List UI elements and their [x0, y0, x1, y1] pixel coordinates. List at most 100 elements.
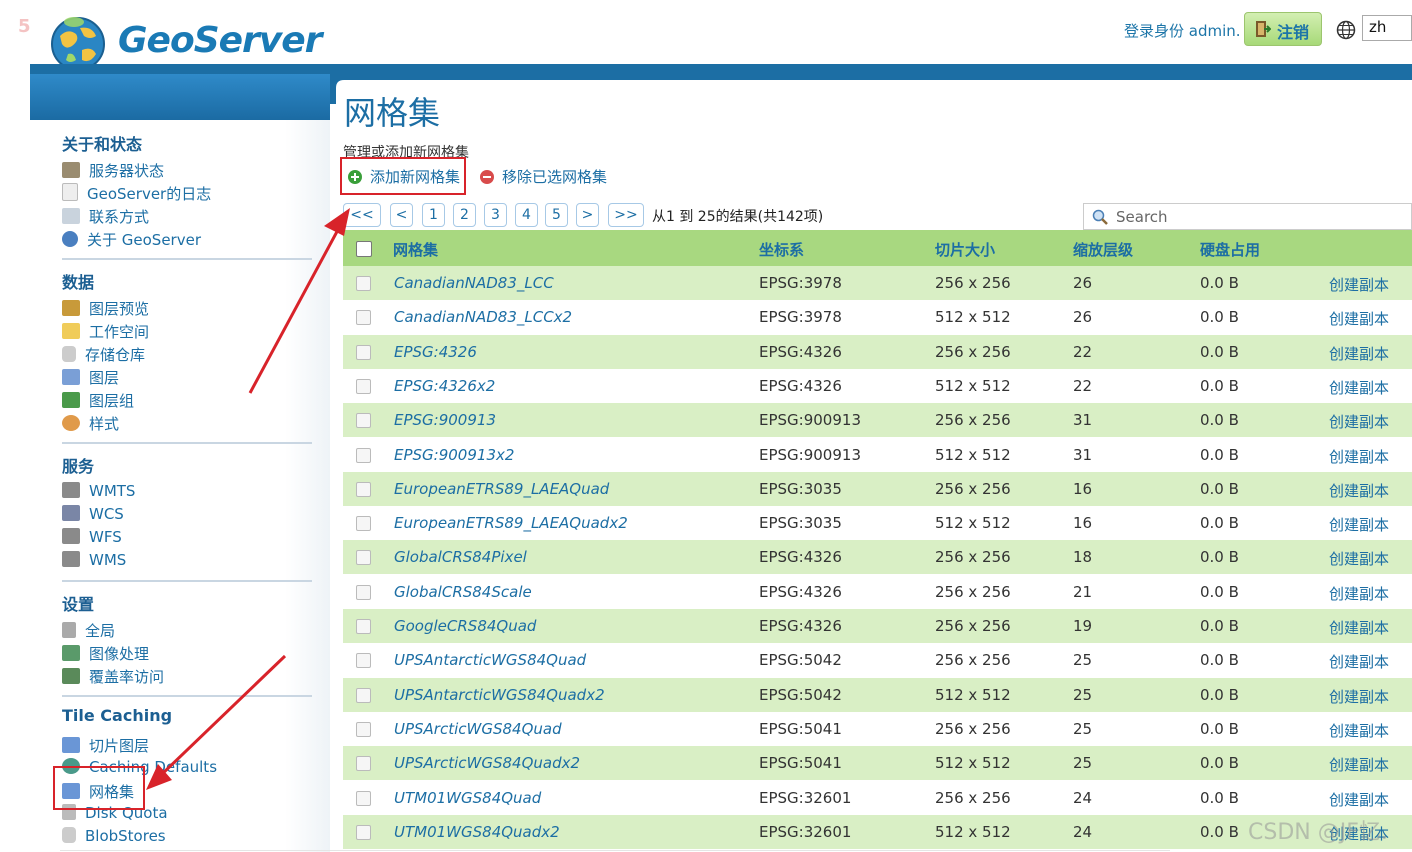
sidebar-item-contact[interactable]: 联系方式: [62, 206, 149, 226]
sidebar-item-global[interactable]: 全局: [62, 620, 115, 640]
sidebar-item-tile-layers[interactable]: 切片图层: [62, 735, 149, 755]
table-row: GoogleCRS84Quad EPSG:4326 256 x 256 19 0.0 B…: [343, 609, 1412, 643]
row-checkbox[interactable]: [356, 688, 371, 703]
row-checkbox[interactable]: [356, 482, 371, 497]
pager-page-button[interactable]: 1: [422, 203, 445, 227]
language-select[interactable]: zh: [1362, 15, 1412, 41]
create-copy-link[interactable]: 创建副本: [1329, 377, 1389, 398]
pager-page-button[interactable]: 5: [545, 203, 568, 227]
row-checkbox[interactable]: [356, 276, 371, 291]
pager-page-button[interactable]: 4: [515, 203, 538, 227]
gridset-name-link[interactable]: EPSG:900913x2: [394, 446, 514, 464]
sidebar-item-workspaces[interactable]: 工作空间: [62, 321, 149, 341]
create-copy-link[interactable]: 创建副本: [1329, 274, 1389, 295]
gridset-name-link[interactable]: UTM01WGS84Quadx2: [394, 823, 560, 841]
create-copy-link[interactable]: 创建副本: [1329, 686, 1389, 707]
column-header-gridset[interactable]: 网格集: [393, 239, 438, 260]
create-copy-link[interactable]: 创建副本: [1329, 789, 1389, 810]
sidebar-item-wms[interactable]: WMS: [62, 551, 126, 571]
select-all-checkbox[interactable]: [356, 241, 372, 257]
create-copy-link[interactable]: 创建副本: [1329, 343, 1389, 364]
sidebar-item-blobstores[interactable]: BlobStores: [62, 827, 166, 847]
pager-next-button[interactable]: >: [576, 203, 599, 227]
pager-prev-button[interactable]: <: [390, 203, 413, 227]
row-checkbox[interactable]: [356, 791, 371, 806]
sidebar-item-image-processing[interactable]: 图像处理: [62, 643, 149, 663]
row-checkbox[interactable]: [356, 448, 371, 463]
workspace-icon: [62, 323, 80, 339]
create-copy-link[interactable]: 创建副本: [1329, 583, 1389, 604]
gridset-name-link[interactable]: GlobalCRS84Pixel: [394, 548, 527, 566]
sidebar-item-wmts[interactable]: WMTS: [62, 482, 135, 502]
gridset-name-link[interactable]: CanadianNAD83_LCC: [394, 274, 554, 292]
sidebar-item-coverage-access[interactable]: 覆盖率访问: [62, 666, 164, 686]
gridset-name-link[interactable]: EuropeanETRS89_LAEAQuad: [394, 480, 609, 498]
gridset-name-link[interactable]: CanadianNAD83_LCCx2: [394, 308, 572, 326]
row-checkbox[interactable]: [356, 550, 371, 565]
create-copy-link[interactable]: 创建副本: [1329, 308, 1389, 329]
sidebar-item-wfs[interactable]: WFS: [62, 528, 122, 548]
sidebar-item-stores[interactable]: 存储仓库: [62, 344, 145, 364]
row-checkbox[interactable]: [356, 653, 371, 668]
sidebar-item-layers[interactable]: 图层: [62, 367, 119, 387]
gridset-name-link[interactable]: GoogleCRS84Quad: [394, 617, 536, 635]
row-checkbox[interactable]: [356, 379, 371, 394]
create-copy-link[interactable]: 创建副本: [1329, 411, 1389, 432]
gridset-name-link[interactable]: UPSArcticWGS84Quadx2: [394, 754, 580, 772]
geoserver-logo-text[interactable]: GeoServer: [118, 20, 322, 61]
pager-page-button[interactable]: 3: [484, 203, 507, 227]
sidebar-item-server-status[interactable]: 服务器状态: [62, 160, 164, 180]
create-copy-link[interactable]: 创建副本: [1329, 617, 1389, 638]
create-copy-link[interactable]: 创建副本: [1329, 651, 1389, 672]
pager-last-button[interactable]: >>: [608, 203, 644, 227]
gridset-name-link[interactable]: EPSG:4326x2: [394, 377, 495, 395]
create-copy-link[interactable]: 创建副本: [1329, 720, 1389, 741]
tile-size-cell: 256 x 256: [935, 789, 1011, 807]
row-checkbox[interactable]: [356, 619, 371, 634]
pager-page-button[interactable]: 2: [453, 203, 476, 227]
sidebar-item-wcs[interactable]: WCS: [62, 505, 124, 525]
sidebar-item-about[interactable]: 关于 GeoServer: [62, 229, 201, 249]
gridset-name-link[interactable]: UPSAntarcticWGS84Quad: [394, 651, 586, 669]
tile-layer-icon: [62, 737, 80, 753]
row-checkbox[interactable]: [356, 825, 371, 840]
column-header-zoom-levels[interactable]: 缩放层级: [1073, 239, 1133, 260]
remove-gridset-link[interactable]: 移除已选网格集: [480, 166, 607, 187]
sidebar-item-geoserver-logs[interactable]: GeoServer的日志: [62, 183, 211, 203]
row-checkbox[interactable]: [356, 585, 371, 600]
sidebar-divider: [62, 258, 312, 260]
row-checkbox[interactable]: [356, 345, 371, 360]
gridset-name-link[interactable]: EuropeanETRS89_LAEAQuadx2: [394, 514, 628, 532]
column-header-disk-usage[interactable]: 硬盘占用: [1200, 239, 1260, 260]
gridset-name-link[interactable]: UPSAntarcticWGS84Quadx2: [394, 686, 605, 704]
row-checkbox[interactable]: [356, 722, 371, 737]
row-checkbox[interactable]: [356, 310, 371, 325]
sidebar-item-styles[interactable]: 样式: [62, 413, 119, 433]
row-checkbox[interactable]: [356, 516, 371, 531]
row-checkbox[interactable]: [356, 413, 371, 428]
sidebar-item-layer-preview[interactable]: 图层预览: [62, 298, 149, 318]
create-copy-link[interactable]: 创建副本: [1329, 446, 1389, 467]
store-icon: [62, 346, 76, 362]
create-copy-link[interactable]: 创建副本: [1329, 514, 1389, 535]
gridset-name-link[interactable]: UPSArcticWGS84Quad: [394, 720, 562, 738]
gridset-name-link[interactable]: UTM01WGS84Quad: [394, 789, 541, 807]
service-icon: [62, 505, 80, 521]
gridset-name-link[interactable]: EPSG:4326: [394, 343, 477, 361]
disk-usage-cell: 0.0 B: [1200, 720, 1239, 738]
gridset-name-link[interactable]: EPSG:900913: [394, 411, 496, 429]
zoom-levels-cell: 16: [1073, 480, 1093, 498]
create-copy-link[interactable]: 创建副本: [1329, 548, 1389, 569]
column-header-tile-size[interactable]: 切片大小: [935, 239, 995, 260]
row-checkbox[interactable]: [356, 756, 371, 771]
create-copy-link[interactable]: 创建副本: [1329, 480, 1389, 501]
blobstore-icon: [62, 827, 76, 843]
pager-first-button[interactable]: <<: [343, 203, 381, 227]
column-header-crs[interactable]: 坐标系: [759, 239, 804, 260]
sidebar-item-layer-groups[interactable]: 图层组: [62, 390, 134, 410]
create-copy-link[interactable]: 创建副本: [1329, 754, 1389, 775]
search-input[interactable]: Search: [1083, 203, 1412, 230]
logout-button[interactable]: 注销: [1244, 12, 1322, 46]
layer-preview-icon: [62, 300, 80, 316]
gridset-name-link[interactable]: GlobalCRS84Scale: [394, 583, 532, 601]
